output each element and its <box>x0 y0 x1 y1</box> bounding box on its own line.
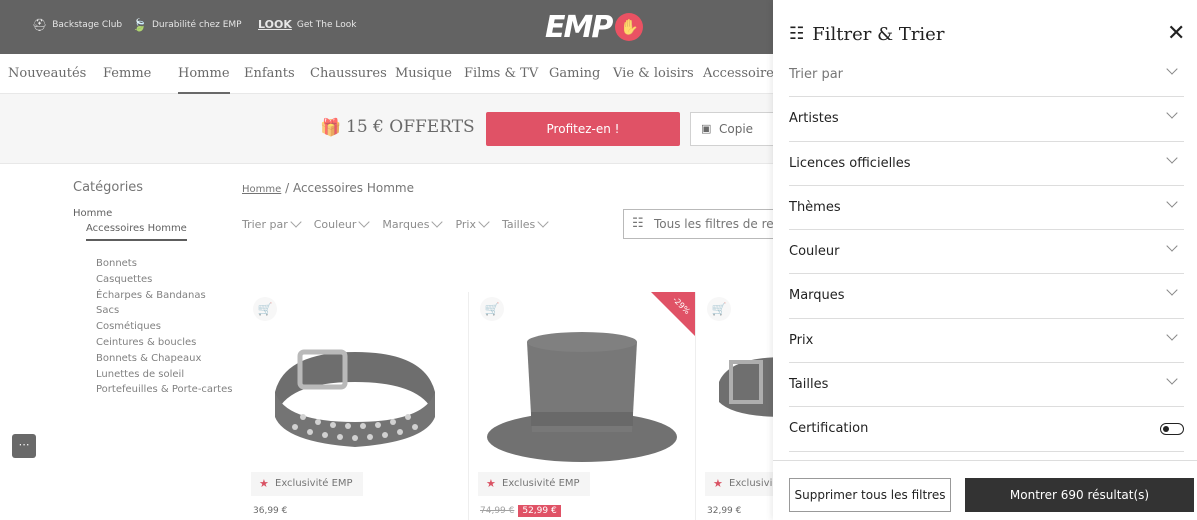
filter-row-licenses[interactable]: Licences officielles <box>789 142 1184 186</box>
chevron-down-icon <box>1166 63 1178 75</box>
filter-row-sizes[interactable]: Tailles <box>789 363 1184 408</box>
panel-footer: Supprimer tous les filtres Montrer 690 r… <box>773 460 1197 520</box>
filter-row-certification: Certification <box>789 407 1184 452</box>
chevron-down-icon <box>1166 196 1178 208</box>
filter-row-brands[interactable]: Marques <box>789 274 1184 319</box>
toggle-knob <box>1163 425 1169 432</box>
filter-sort-panel: ☷ Filtrer & Trier ✕ Trier par Artistes L… <box>773 0 1197 520</box>
chevron-down-icon <box>1166 151 1178 164</box>
chevron-down-icon <box>1166 373 1178 385</box>
page-overlay[interactable] <box>0 0 773 520</box>
clear-filters-button[interactable]: Supprimer tous les filtres <box>789 478 951 512</box>
filter-list: Trier par Artistes Licences officielles … <box>789 53 1184 452</box>
certification-toggle[interactable] <box>1160 423 1184 436</box>
filter-row-color[interactable]: Couleur <box>789 230 1184 275</box>
panel-header: ☷ Filtrer & Trier <box>789 20 944 48</box>
panel-title: Filtrer & Trier <box>812 23 945 45</box>
show-results-button[interactable]: Montrer 690 résultat(s) <box>965 478 1194 512</box>
chevron-down-icon <box>1166 329 1178 341</box>
filter-row-sort[interactable]: Trier par <box>789 53 1184 98</box>
chevron-down-icon <box>1166 107 1178 119</box>
filter-sliders-icon: ☷ <box>789 24 805 44</box>
filter-row-artists[interactable]: Artistes <box>789 97 1184 142</box>
close-icon[interactable]: ✕ <box>1167 22 1185 46</box>
chevron-down-icon <box>1166 284 1178 297</box>
chevron-down-icon <box>1166 240 1178 252</box>
filter-row-price[interactable]: Prix <box>789 319 1184 364</box>
filter-row-themes[interactable]: Thèmes <box>789 186 1184 231</box>
